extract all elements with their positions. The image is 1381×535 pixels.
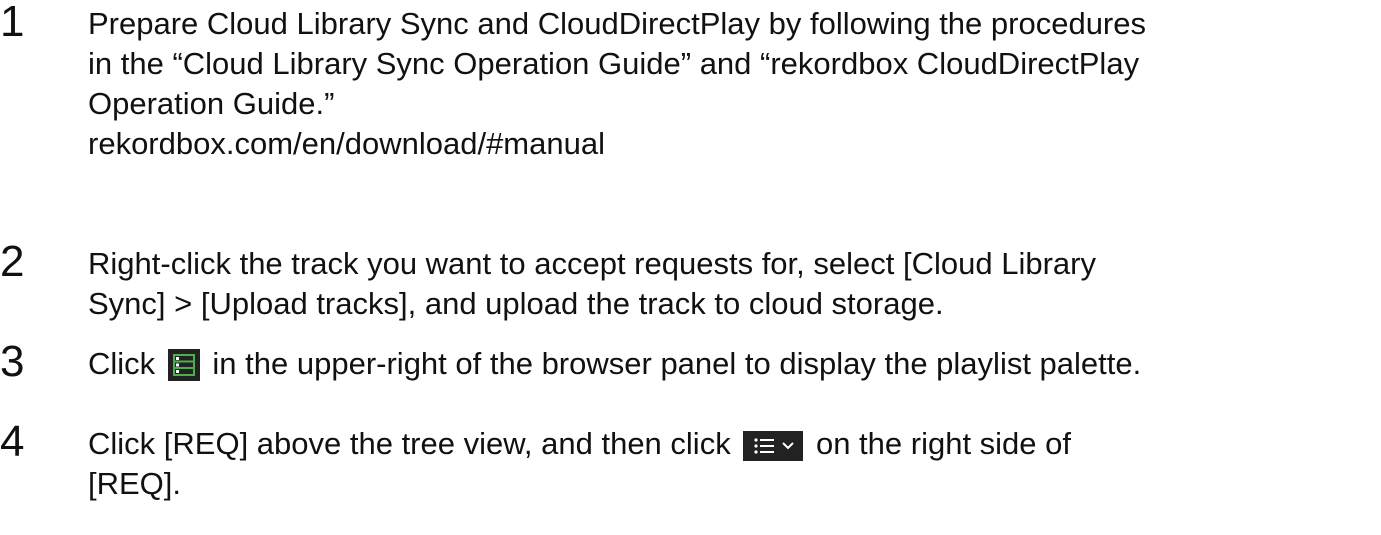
step-line: Click in the upper-right of the browser …	[88, 344, 1378, 384]
playlist-palette-icon-glyph	[167, 349, 200, 381]
step-line: Prepare Cloud Library Sync and CloudDire…	[88, 6, 1146, 41]
step-line: in the “Cloud Library Sync Operation Gui…	[88, 46, 1140, 81]
step-number: 3	[0, 337, 25, 386]
step-number: 1	[0, 0, 25, 46]
step-text: Right-click the track you want to accept…	[88, 244, 1378, 324]
step-text-after-icon: on the right side of	[815, 426, 1072, 461]
list-view-dropdown-icon	[743, 431, 804, 461]
step-text-after-icon: in the upper-right of the browser panel …	[212, 346, 1142, 381]
step-line: Sync] > [Upload tracks], and upload the …	[88, 286, 944, 321]
step-text-before-icon: Click	[88, 346, 156, 381]
step-text: Prepare Cloud Library Sync and CloudDire…	[88, 4, 1378, 164]
list-view-dropdown-icon-glyph	[743, 431, 804, 461]
step-line: Operation Guide.”	[88, 86, 335, 121]
step-line: Right-click the track you want to accept…	[88, 246, 1096, 281]
step-text-before-icon: Click [REQ] above the tree view, and the…	[88, 426, 731, 461]
playlist-palette-icon	[167, 349, 200, 381]
manual-url: rekordbox.com/en/download/#manual	[88, 126, 605, 161]
step-number: 4	[0, 417, 25, 466]
step-number: 2	[0, 237, 25, 286]
step-text: Click in the upper-right of the browser …	[88, 344, 1378, 384]
step-text: Click [REQ] above the tree view, and the…	[88, 424, 1378, 504]
step-line: Click [REQ] above the tree view, and the…	[88, 424, 1378, 464]
step-line: [REQ].	[88, 466, 182, 501]
